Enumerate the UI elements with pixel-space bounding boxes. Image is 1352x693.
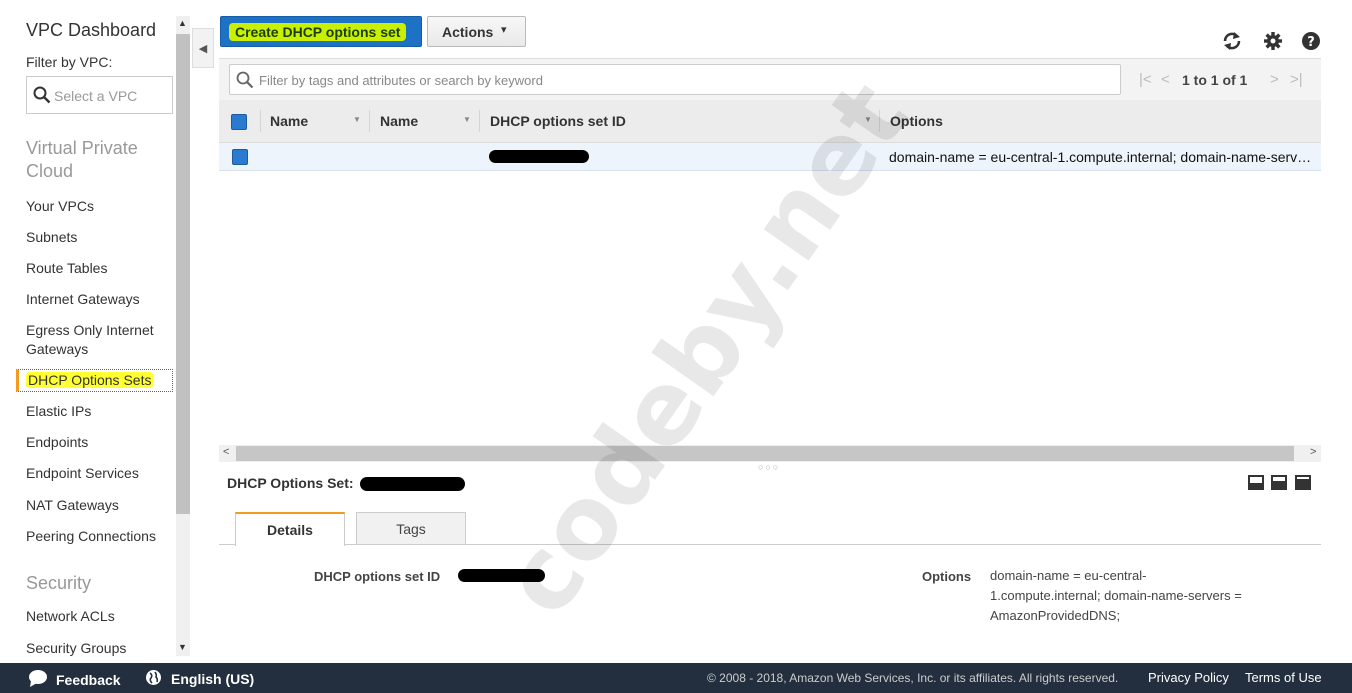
- actions-button-label: Actions: [442, 24, 494, 40]
- options-value-line-1: domain-name = eu-central-: [990, 568, 1147, 583]
- sidebar-item-internet-gateways[interactable]: Internet Gateways: [26, 290, 140, 309]
- pager-text: 1 to 1 of 1: [1182, 72, 1248, 88]
- sidebar-item-your-vpcs[interactable]: Your VPCs: [26, 197, 94, 216]
- row-options: domain-name = eu-central-1.compute.inter…: [889, 149, 1312, 165]
- sidebar-item-egress-only-internet-gateways[interactable]: Egress Only Internet Gateways: [26, 321, 166, 359]
- chat-bubble-icon: [28, 669, 48, 690]
- sidebar-item-subnets[interactable]: Subnets: [26, 228, 77, 247]
- sidebar-item-label: DHCP Options Sets: [26, 372, 154, 388]
- chevron-down-icon: ▾: [501, 24, 507, 36]
- sidebar-title[interactable]: VPC Dashboard: [26, 20, 156, 41]
- pagination: |< < 1 to 1 of 1 > >|: [1131, 71, 1321, 91]
- scroll-down-icon[interactable]: ▼: [178, 642, 187, 652]
- sort-icon[interactable]: ▼: [463, 115, 471, 124]
- sidebar-item-endpoint-services[interactable]: Endpoint Services: [26, 464, 139, 483]
- sidebar-scrollbar[interactable]: ▲ ▼: [176, 16, 190, 656]
- layout-split-icon[interactable]: [1271, 475, 1287, 490]
- help-icon[interactable]: ?: [1300, 30, 1322, 52]
- copyright: © 2008 - 2018, Amazon Web Services, Inc.…: [707, 671, 1119, 685]
- redacted-id: [489, 150, 589, 163]
- section-security: Security: [26, 573, 92, 593]
- first-page-icon[interactable]: |<: [1139, 71, 1152, 88]
- filter-search-input[interactable]: Filter by tags and attributes or search …: [229, 64, 1121, 95]
- section-virtual-private-cloud: Virtual Private Cloud: [26, 138, 138, 181]
- options-label: Options: [922, 569, 972, 584]
- sidebar-item-nat-gateways[interactable]: NAT Gateways: [26, 496, 119, 515]
- column-header-options[interactable]: Options: [890, 113, 943, 129]
- sort-icon[interactable]: ▼: [864, 115, 872, 124]
- select-all-checkbox[interactable]: [231, 114, 247, 130]
- column-header-name[interactable]: Name: [270, 113, 308, 129]
- refresh-icon[interactable]: [1221, 30, 1243, 52]
- actions-button[interactable]: Actions ▾: [427, 16, 526, 47]
- search-icon: [33, 86, 51, 107]
- footer: Feedback English (US) © 2008 - 2018, Ama…: [0, 663, 1352, 693]
- tab-details[interactable]: Details: [235, 512, 345, 546]
- feedback-link[interactable]: Feedback: [28, 669, 121, 690]
- sidebar-item-security-groups[interactable]: Security Groups: [26, 639, 126, 658]
- create-button-label: Create DHCP options set: [229, 23, 407, 41]
- sidebar: VPC Dashboard Filter by VPC: Select a VP…: [0, 0, 176, 663]
- sidebar-item-peering-connections[interactable]: Peering Connections: [26, 527, 156, 546]
- layout-bottom-icon[interactable]: [1248, 475, 1264, 490]
- resize-handle[interactable]: ○○○: [758, 462, 780, 472]
- prev-page-icon[interactable]: <: [1161, 71, 1170, 88]
- next-page-icon[interactable]: >: [1270, 71, 1279, 88]
- chevron-left-icon: ◀: [198, 42, 208, 55]
- terms-of-use-link[interactable]: Terms of Use: [1245, 670, 1322, 685]
- vpc-select[interactable]: Select a VPC: [26, 76, 173, 114]
- sidebar-scroll-thumb[interactable]: [176, 34, 190, 514]
- scroll-up-icon[interactable]: ▲: [178, 18, 187, 28]
- options-value-line-2: 1.compute.internal; domain-name-servers …: [990, 588, 1242, 603]
- column-header-name-2[interactable]: Name: [380, 113, 418, 129]
- sidebar-item-route-tables[interactable]: Route Tables: [26, 259, 107, 278]
- globe-icon: [145, 669, 162, 689]
- row-checkbox[interactable]: [232, 149, 248, 165]
- language-selector[interactable]: English (US): [145, 669, 254, 689]
- scroll-left-icon[interactable]: <: [223, 446, 229, 458]
- dhcp-options-set-id-label: DHCP options set ID: [314, 569, 441, 584]
- gear-icon[interactable]: [1262, 30, 1284, 52]
- table-horizontal-scrollbar[interactable]: < >: [219, 445, 1321, 462]
- svg-text:?: ?: [1307, 35, 1315, 50]
- tab-tags[interactable]: Tags: [356, 512, 466, 545]
- column-header-dhcp-options-set-id[interactable]: DHCP options set ID: [490, 113, 626, 129]
- layout-full-icon[interactable]: [1295, 475, 1311, 490]
- options-value-line-3: AmazonProvidedDNS;: [990, 608, 1121, 623]
- language-label: English (US): [171, 671, 255, 687]
- sort-icon[interactable]: ▼: [353, 115, 361, 124]
- table-header: Name ▼ Name ▼ DHCP options set ID ▼ Opti…: [219, 100, 1321, 143]
- hscroll-thumb[interactable]: [236, 446, 1294, 461]
- vpc-select-placeholder: Select a VPC: [54, 88, 138, 104]
- last-page-icon[interactable]: >|: [1290, 71, 1303, 88]
- scroll-right-icon[interactable]: >: [1310, 446, 1316, 458]
- filter-bar: Filter by tags and attributes or search …: [219, 58, 1321, 100]
- filter-by-vpc-label: Filter by VPC:: [26, 54, 113, 70]
- sidebar-item-elastic-ips[interactable]: Elastic IPs: [26, 402, 91, 421]
- collapse-sidebar-button[interactable]: ◀: [192, 28, 214, 68]
- filter-placeholder: Filter by tags and attributes or search …: [259, 73, 543, 88]
- sidebar-item-dhcp-options-sets[interactable]: DHCP Options Sets: [16, 369, 173, 392]
- redacted-detail-value: [458, 569, 545, 582]
- table-row[interactable]: domain-name = eu-central-1.compute.inter…: [219, 143, 1321, 171]
- sidebar-item-network-acls[interactable]: Network ACLs: [26, 607, 115, 626]
- feedback-label: Feedback: [56, 671, 121, 688]
- redacted-detail-id: [360, 477, 465, 491]
- detail-title: DHCP Options Set:: [227, 475, 354, 491]
- privacy-policy-link[interactable]: Privacy Policy: [1148, 670, 1229, 685]
- create-dhcp-options-set-button[interactable]: Create DHCP options set: [220, 16, 422, 47]
- search-icon: [236, 71, 254, 92]
- sidebar-item-endpoints[interactable]: Endpoints: [26, 433, 88, 452]
